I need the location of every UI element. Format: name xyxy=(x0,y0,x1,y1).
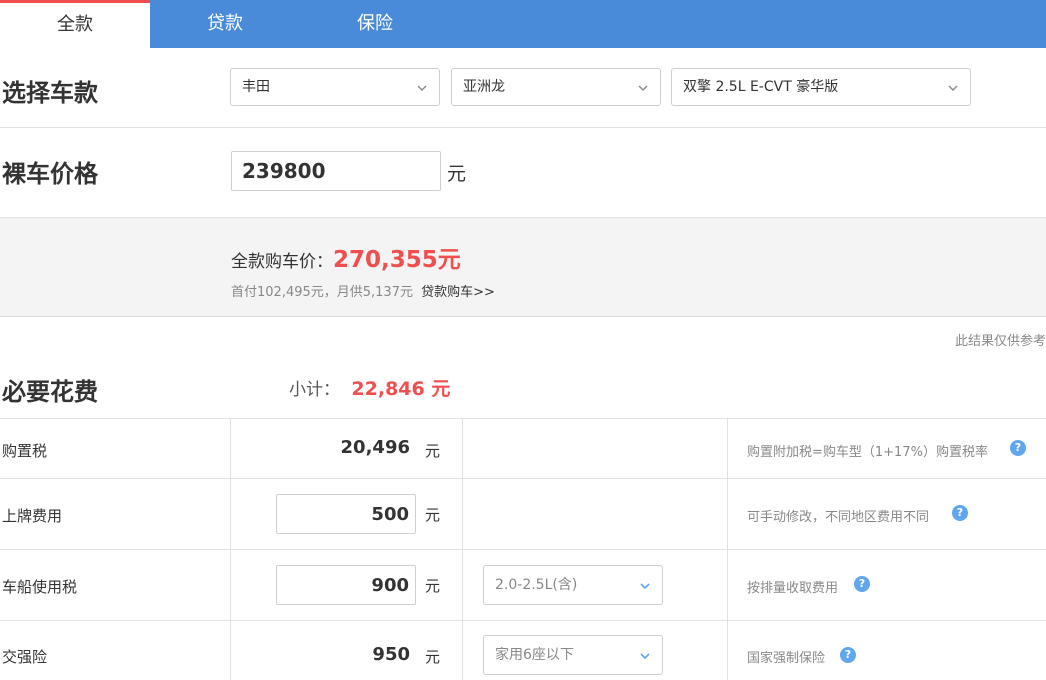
table-column-divider xyxy=(230,418,231,680)
expense-label-purchase-tax: 购置税 xyxy=(2,442,48,460)
trim-select[interactable]: 双擎 2.5L E-CVT 豪华版 xyxy=(671,68,971,106)
compulsory-insurance-unit: 元 xyxy=(425,648,441,666)
tab-loan[interactable]: 贷款 xyxy=(150,0,300,48)
vehicle-tax-unit: 元 xyxy=(425,577,441,595)
compulsory-insurance-note: 国家强制保险 xyxy=(747,651,826,666)
seat-type-select-value: 家用6座以下 xyxy=(495,647,574,663)
help-icon[interactable]: ? xyxy=(840,647,856,663)
brand-select-value: 丰田 xyxy=(242,79,270,95)
purchase-tax-unit: 元 xyxy=(425,442,441,460)
total-price-label: 全款购车价： xyxy=(231,252,333,272)
brand-select[interactable]: 丰田 xyxy=(230,68,440,106)
series-select-value: 亚洲龙 xyxy=(463,79,505,95)
expense-label-compulsory-insurance: 交强险 xyxy=(2,648,48,666)
chevron-down-icon xyxy=(948,85,958,91)
tab-insurance[interactable]: 保险 xyxy=(300,0,450,48)
table-divider xyxy=(0,620,1046,621)
purchase-tax-note: 购置附加税=购车型（1+17%）购置税率 xyxy=(747,445,988,460)
summary-panel: 全款购车价：270,355元 首付102,495元，月供5,137元 贷款购车>… xyxy=(0,217,1046,317)
select-model-row: 选择车款 丰田 亚洲龙 双擎 2.5L E-CVT 豪华版 xyxy=(0,48,1046,128)
subtotal-value: 22,846 元 xyxy=(351,378,451,400)
bare-price-row: 裸车价格 元 xyxy=(0,128,1046,217)
expense-label-registration-fee: 上牌费用 xyxy=(2,507,63,525)
compulsory-insurance-value: 950 xyxy=(372,644,410,665)
disclaimer-text: 此结果仅供参考 xyxy=(954,334,1046,349)
table-divider xyxy=(0,549,1046,550)
registration-fee-unit: 元 xyxy=(425,506,441,524)
section-title-required-expenses: 必要花费 xyxy=(2,378,98,406)
tab-full-payment[interactable]: 全款 xyxy=(0,0,150,48)
section-title-bare-price: 裸车价格 xyxy=(2,160,98,188)
table-column-divider xyxy=(462,418,463,680)
registration-fee-input[interactable] xyxy=(276,494,416,534)
table-divider xyxy=(0,418,1046,419)
displacement-select-value: 2.0-2.5L(含) xyxy=(495,577,578,593)
registration-fee-note: 可手动修改，不同地区费用不同 xyxy=(747,510,930,525)
help-icon[interactable]: ? xyxy=(1010,440,1026,456)
help-icon[interactable]: ? xyxy=(854,576,870,592)
chevron-down-icon xyxy=(417,85,427,91)
series-select[interactable]: 亚洲龙 xyxy=(451,68,661,106)
trim-select-value: 双擎 2.5L E-CVT 豪华版 xyxy=(683,79,839,95)
vehicle-tax-note: 按排量收取费用 xyxy=(747,581,839,596)
subtotal-label: 小计： xyxy=(289,380,340,400)
expense-label-vehicle-tax: 车船使用税 xyxy=(2,578,78,596)
tab-bar: 全款 贷款 保险 xyxy=(0,0,1046,48)
help-icon[interactable]: ? xyxy=(952,505,968,521)
bare-price-unit: 元 xyxy=(447,163,467,185)
displacement-select[interactable]: 2.0-2.5L(含) xyxy=(483,565,663,605)
chevron-down-icon xyxy=(640,583,650,590)
loan-purchase-link[interactable]: 贷款购车>> xyxy=(421,285,495,300)
bare-price-input[interactable] xyxy=(231,151,441,191)
chevron-down-icon xyxy=(640,653,650,660)
table-column-divider xyxy=(727,418,728,680)
chevron-down-icon xyxy=(638,85,648,91)
seat-type-select[interactable]: 家用6座以下 xyxy=(483,635,663,675)
section-title-select-model: 选择车款 xyxy=(2,79,98,107)
purchase-tax-value: 20,496 xyxy=(340,437,410,458)
vehicle-tax-input[interactable] xyxy=(276,565,416,605)
payment-summary: 首付102,495元，月供5,137元 xyxy=(231,285,413,300)
table-divider xyxy=(0,478,1046,479)
total-price-value: 270,355元 xyxy=(333,247,461,273)
